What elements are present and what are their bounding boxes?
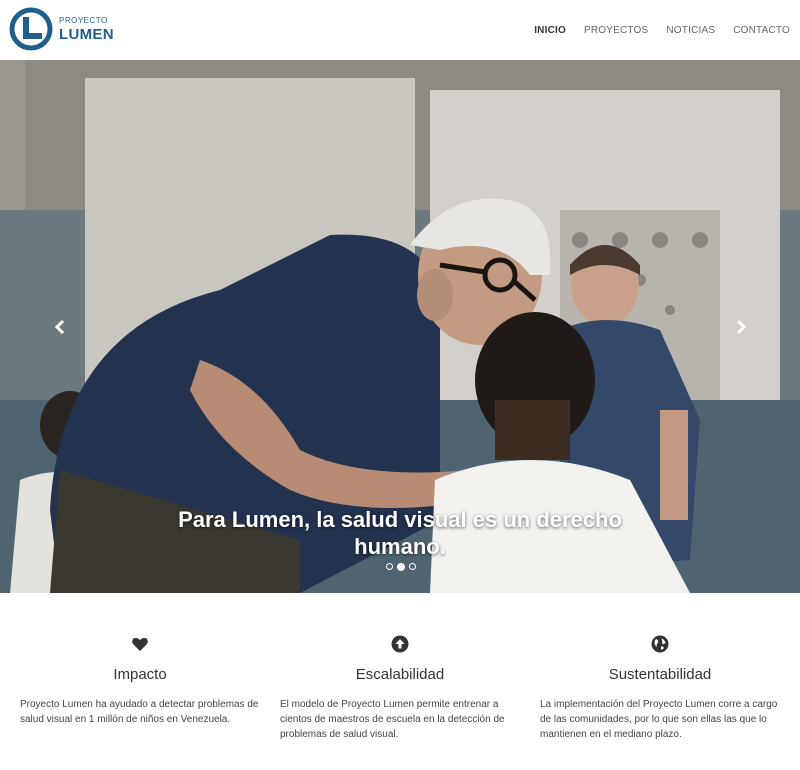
feature-title: Sustentabilidad <box>608 666 712 683</box>
nav-item-inicio[interactable]: INICIO <box>534 25 566 36</box>
feature-text: La implementación del Proyecto Lumen cor… <box>540 699 778 740</box>
feature-title: Impacto <box>113 666 167 683</box>
logo[interactable]: PROYECTO LUMEN <box>9 6 119 52</box>
nav-item-noticias[interactable]: NOTICIAS <box>666 25 715 36</box>
carousel-dot-active[interactable] <box>397 562 405 571</box>
main-nav: INICIO PROYECTOS NOTICIAS CONTACTO <box>516 0 790 60</box>
carousel-next-button[interactable] <box>729 315 753 339</box>
features-section: Impacto Proyecto Lumen ha ayudado a dete… <box>0 593 800 770</box>
feature-text: Proyecto Lumen ha ayudado a detectar pro… <box>20 699 259 725</box>
nav-item-contacto[interactable]: CONTACTO <box>733 25 790 36</box>
carousel-dot[interactable] <box>386 563 393 570</box>
feature-impacto: Impacto Proyecto Lumen ha ayudado a dete… <box>10 593 270 770</box>
feature-sustentabilidad: Sustentabilidad La implementación del Pr… <box>530 593 790 770</box>
hero-caption: Para Lumen, la salud visual es un derech… <box>178 507 622 559</box>
chevron-right-icon <box>736 319 747 335</box>
logo-title: LUMEN <box>59 25 114 43</box>
feature-text: El modelo de Proyecto Lumen permite entr… <box>280 699 505 740</box>
carousel-prev-button[interactable] <box>48 315 72 339</box>
lumen-logo-icon <box>9 7 53 51</box>
feature-title: Escalabilidad <box>355 666 445 683</box>
site-header: PROYECTO LUMEN INICIO PROYECTOS NOTICIAS… <box>0 0 800 60</box>
heart-icon <box>132 637 148 651</box>
feature-escalabilidad: Escalabilidad El modelo de Proyecto Lume… <box>270 593 530 770</box>
nav-item-proyectos[interactable]: PROYECTOS <box>584 25 648 36</box>
chevron-left-icon <box>54 319 65 335</box>
globe-icon <box>651 635 669 653</box>
carousel-indicators <box>384 562 418 571</box>
hero-carousel: Para Lumen, la salud visual es un derech… <box>0 60 800 593</box>
arrow-up-circle-icon <box>391 635 409 653</box>
logo-subtitle: PROYECTO <box>59 15 108 25</box>
carousel-dot[interactable] <box>409 563 416 570</box>
